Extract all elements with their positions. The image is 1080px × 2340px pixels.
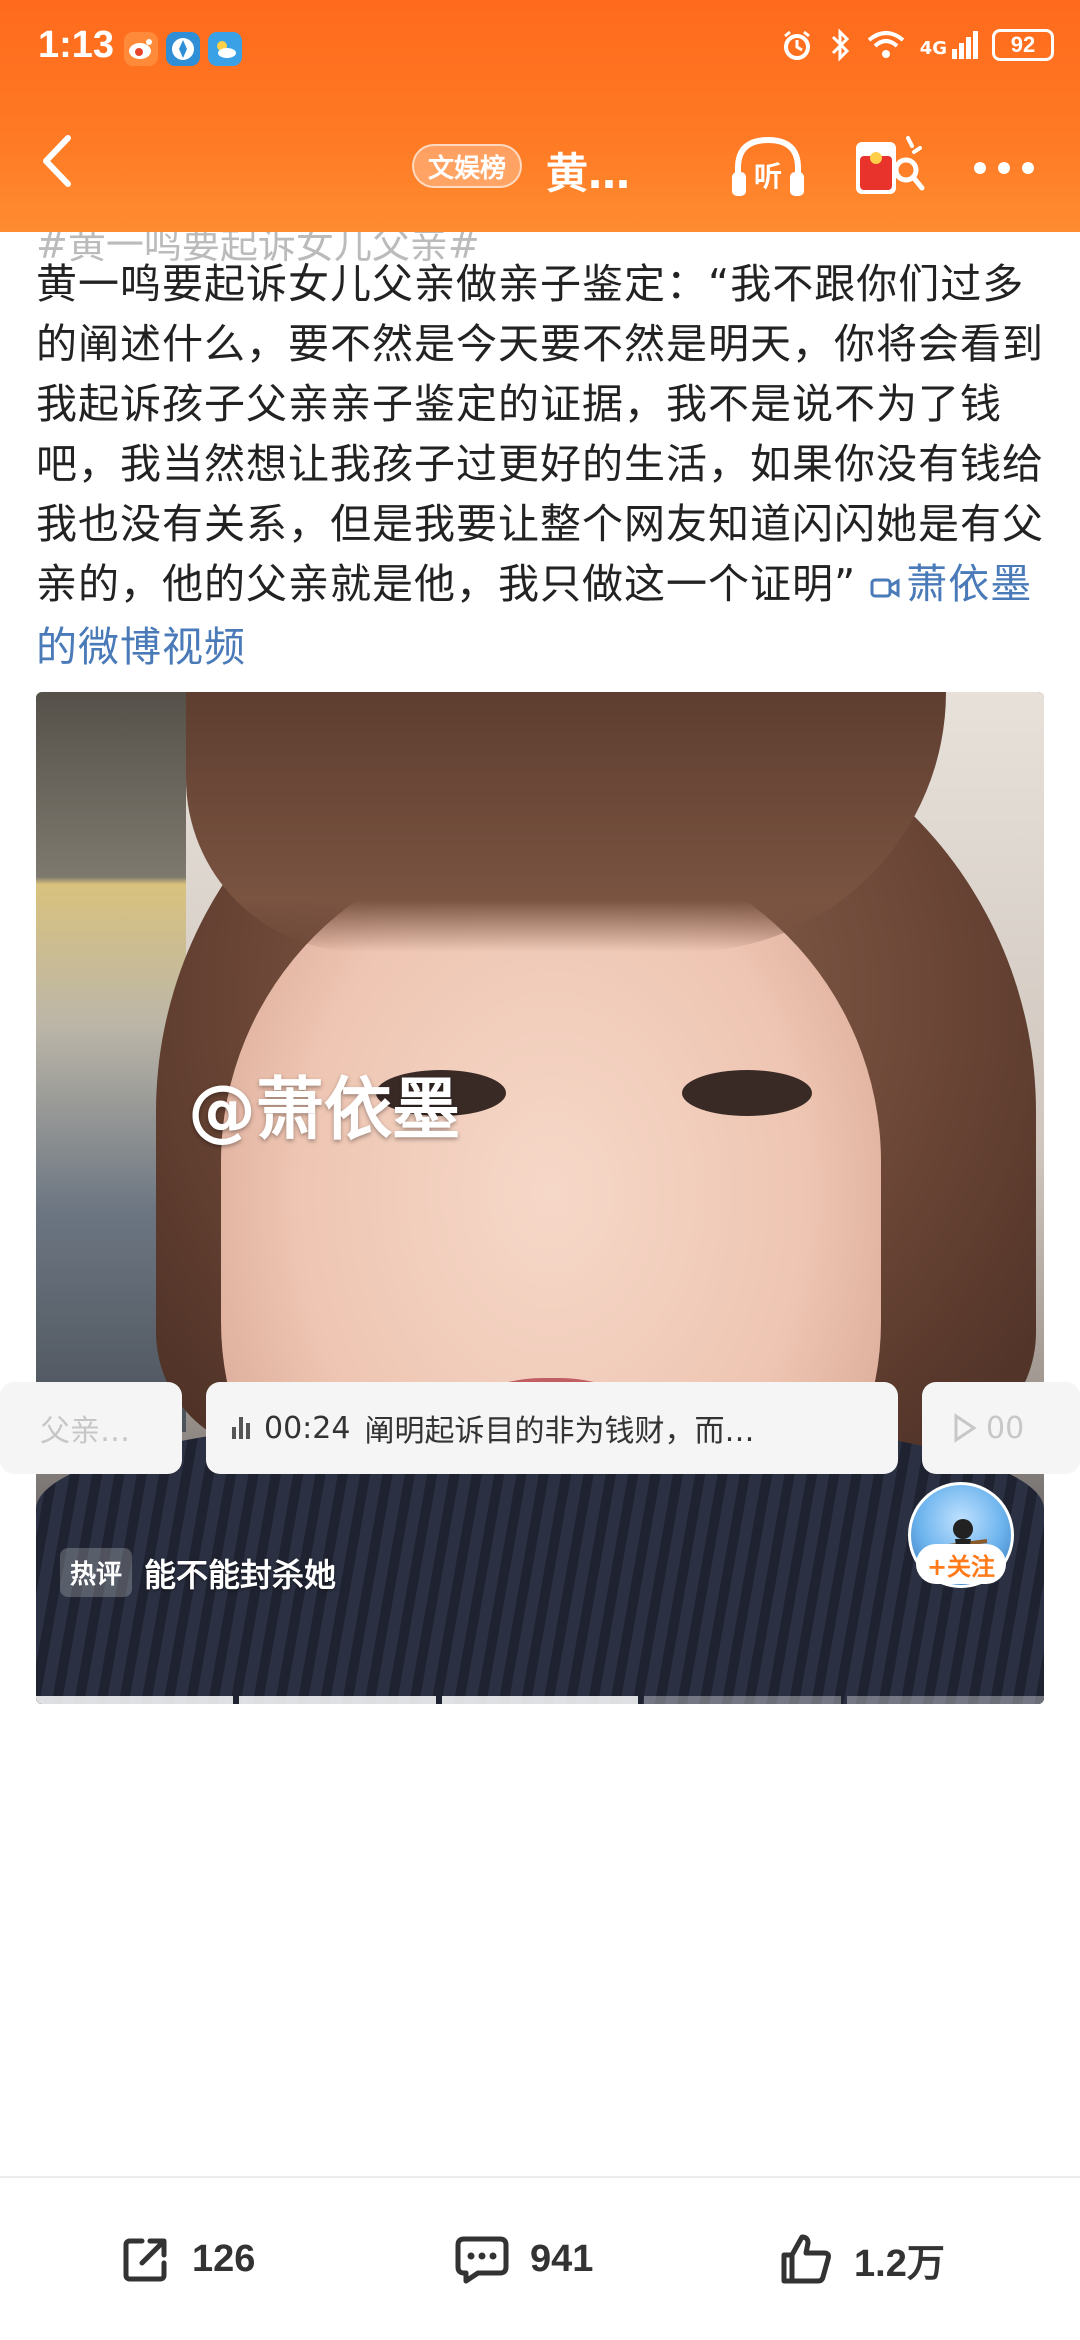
progress-segment [238,1696,436,1704]
video-progress-segments [36,1696,1044,1704]
video-watermark: @萧依墨 [188,1071,461,1150]
comment-count: 941 [530,2237,594,2280]
share-count: 126 [192,2237,256,2280]
back-button[interactable] [30,126,90,196]
chevron-left-icon [43,135,71,187]
weather-app-icon [208,32,242,66]
status-right: 4G 92 [780,28,1054,62]
more-button[interactable] [964,132,1044,202]
more-dots-icon [974,162,1034,174]
nav-title: 黄… [546,149,631,198]
video-camera-icon [870,557,900,617]
chapter-current[interactable]: 00:24 阐明起诉目的非为钱财，而… [206,1382,898,1474]
post-card: #黄一鸣要起诉女儿父亲# 黄一鸣要起诉女儿父亲做亲子鉴定：“我不跟你们过多的阐述… [0,232,1080,2172]
svg-text:听: 听 [754,160,782,193]
follow-button[interactable]: +关注 [916,1544,1006,1584]
listen-button[interactable]: 听 [728,132,808,202]
bluetooth-icon [831,28,849,62]
nav-bar: 文娱榜 黄… 听 [0,110,1080,220]
status-time: 1:13 [38,24,115,66]
chapter-next[interactable]: 00 [922,1382,1080,1474]
comment-button[interactable]: 941 [454,2214,593,2304]
progress-segment [847,1696,1044,1704]
network-type: 4G [919,38,947,59]
video-person-eye [682,1070,812,1116]
thumbs-up-icon [781,2234,831,2284]
status-bar: 1:13 4G 92 [0,0,1080,100]
alarm-icon [783,30,810,60]
comment-icon [455,2236,509,2284]
weibo-app-icon [124,32,158,66]
share-button[interactable]: 126 [120,2214,255,2304]
rank-badge[interactable]: 文娱榜 [412,144,523,188]
red-packet-button[interactable] [850,132,926,202]
bottom-action-bar: 126 941 1.2万 [0,2176,1080,2340]
video-player[interactable]: @萧依墨 热评 能不能封杀她 +关注 [36,692,1044,1704]
wifi-icon [867,31,904,58]
headphones-icon: 听 [732,136,804,196]
hot-comment[interactable]: 热评 能不能封杀她 [60,1548,336,1597]
progress-segment [644,1696,842,1704]
post-body: 黄一鸣要起诉女儿父亲做亲子鉴定：“我不跟你们过多的阐述什么，要不然是今天要不然是… [36,260,1044,608]
like-button[interactable]: 1.2万 [778,2214,945,2304]
signal-icon: 4G [920,31,978,59]
play-icon [954,1413,977,1443]
red-packet-icon [856,136,925,194]
progress-segment [441,1696,639,1704]
chapter-text: 阐明起诉目的非为钱财，而… [364,1414,755,1449]
chapter-time: 00:24 [264,1410,351,1446]
chapter-next-label: 00 [986,1410,1025,1446]
battery-indicator: 92 [992,29,1054,61]
progress-segment [36,1696,233,1704]
share-icon [123,2238,167,2282]
chapter-strip: 父亲… 00:24 阐明起诉目的非为钱财，而… 00 [0,1382,1080,1482]
browser-app-icon [166,32,200,66]
chapter-prev[interactable]: 父亲… [0,1382,182,1474]
audio-bars-icon [232,1417,250,1439]
post-text: 黄一鸣要起诉女儿父亲做亲子鉴定：“我不跟你们过多的阐述什么，要不然是今天要不然是… [36,254,1046,677]
hot-comment-tag: 热评 [60,1548,133,1597]
top-header: 1:13 4G 92 文娱榜 黄… 听 [0,0,1080,232]
hot-comment-text: 能不能封杀她 [144,1555,337,1594]
like-count: 1.2万 [854,2242,945,2285]
